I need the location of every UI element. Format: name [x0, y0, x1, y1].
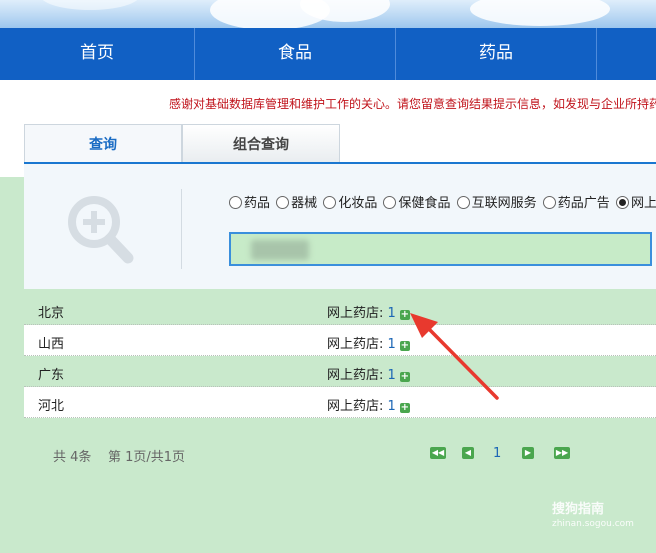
annotation-arrow — [410, 313, 499, 400]
watermark-site: zhinan.sogou.com — [552, 519, 634, 529]
watermark: 搜狗指南 zhinan.sogou.com — [552, 498, 634, 529]
watermark-brand: 搜狗指南 — [552, 502, 605, 517]
